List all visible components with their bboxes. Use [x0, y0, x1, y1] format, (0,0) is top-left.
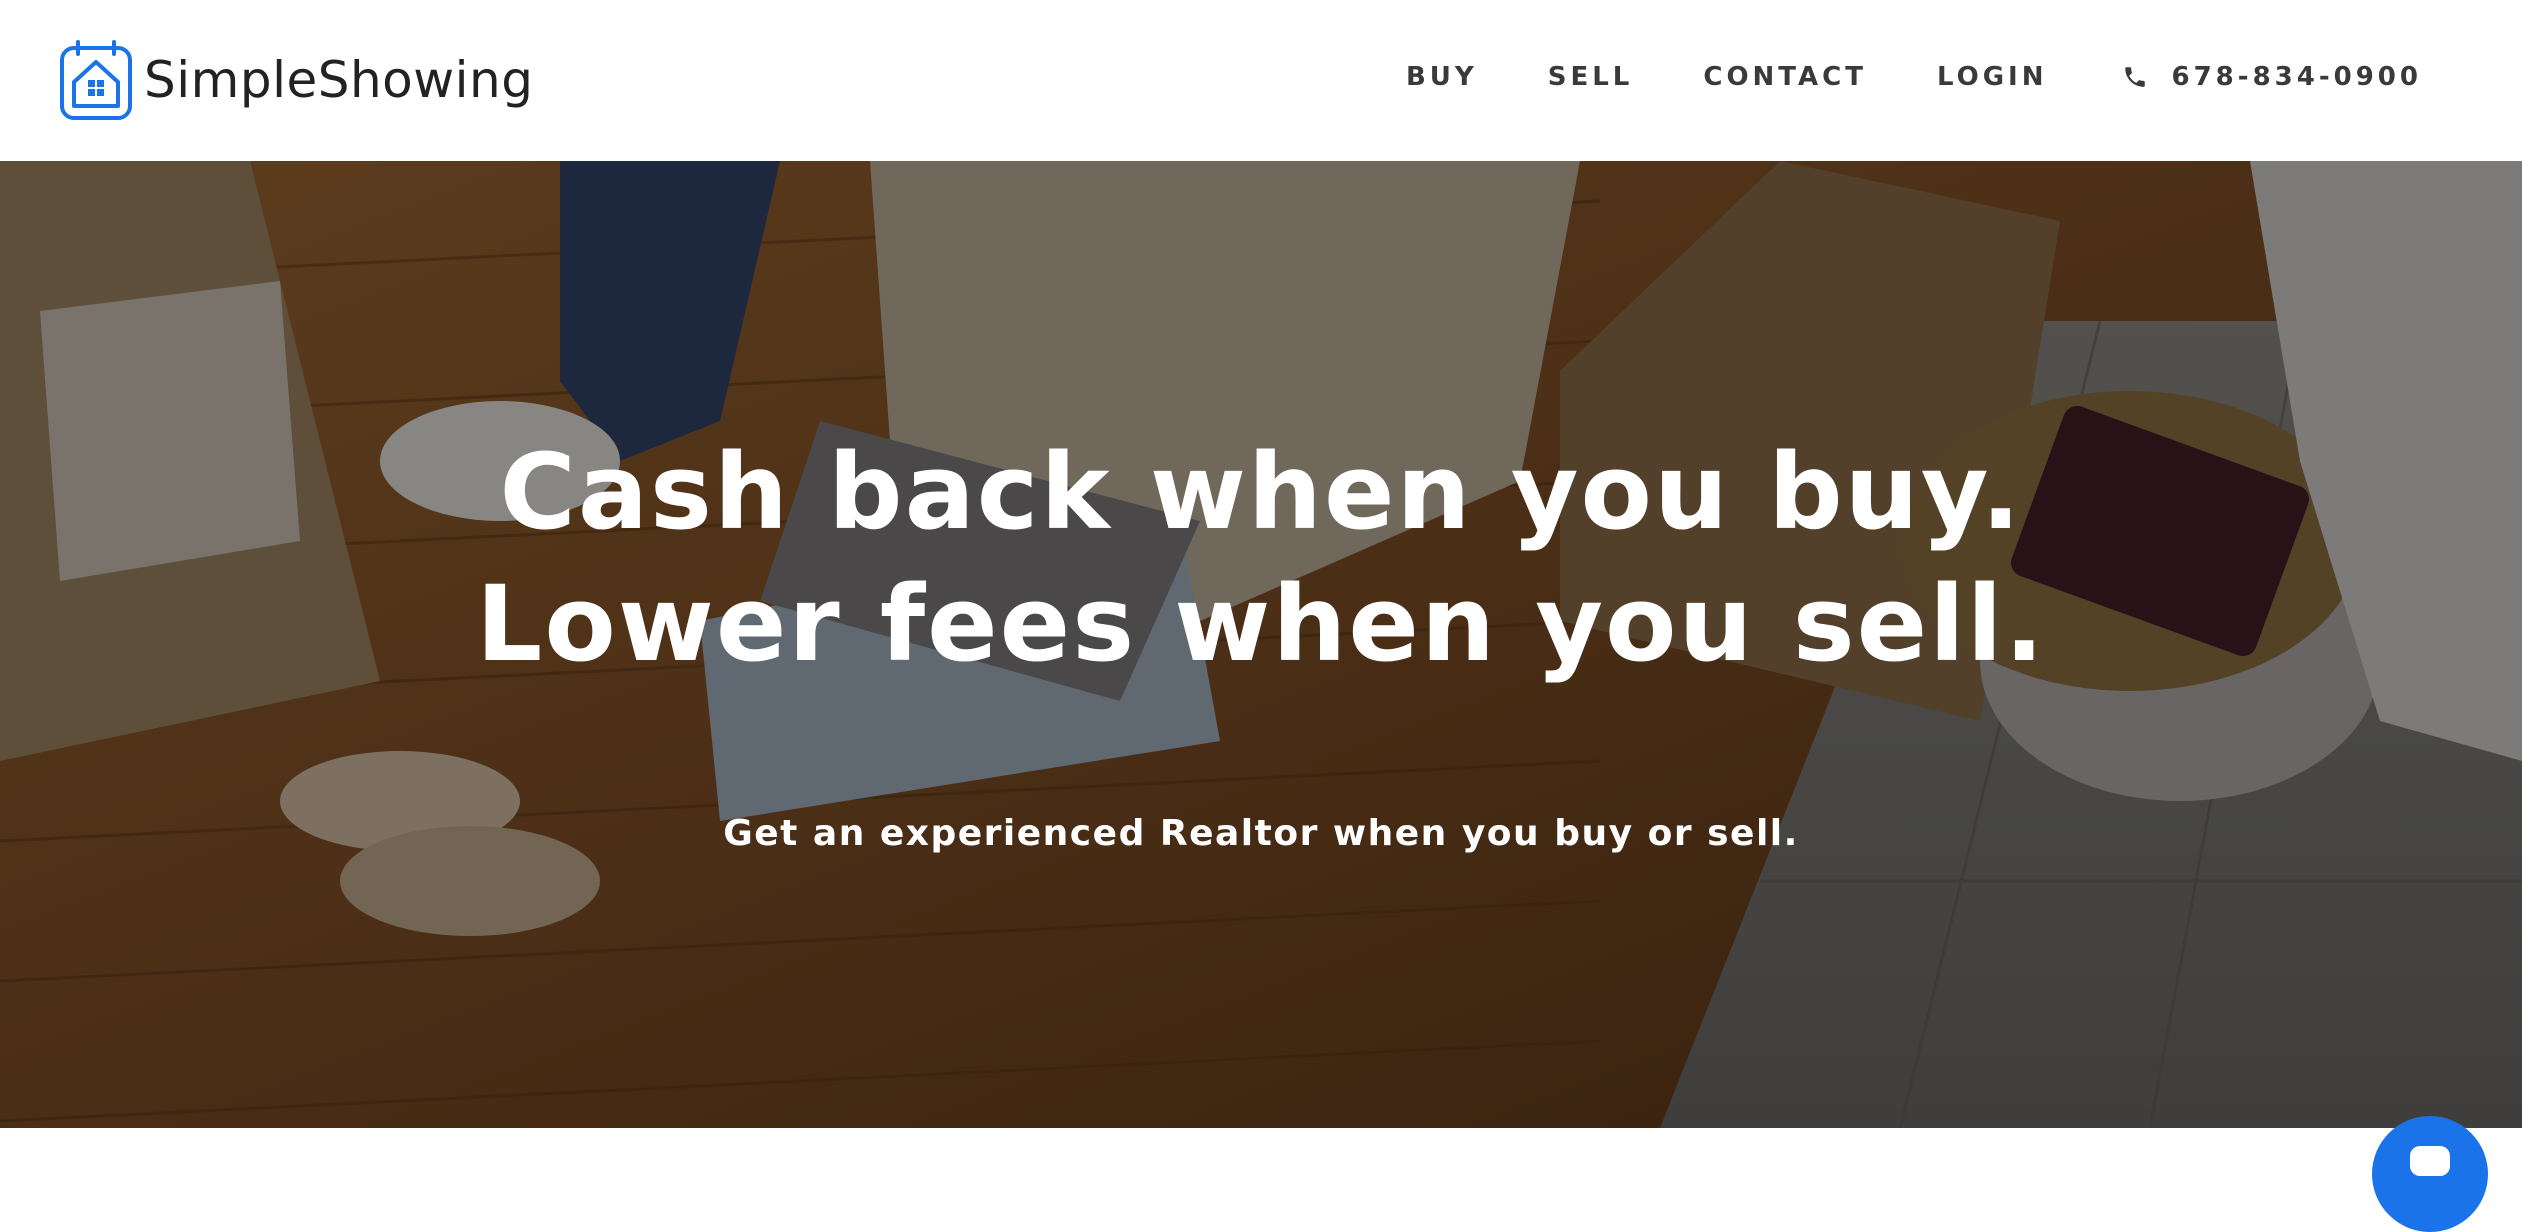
- logo-link[interactable]: SimpleShowing: [58, 38, 533, 122]
- nav-contact[interactable]: CONTACT: [1703, 62, 1867, 92]
- nav-sell[interactable]: SELL: [1548, 62, 1634, 92]
- hero-title-line-2: Lower fees when you sell.: [476, 563, 2046, 685]
- hero-title: Cash back when you buy. Lower fees when …: [0, 426, 2522, 690]
- nav-login[interactable]: LOGIN: [1937, 62, 2048, 92]
- hero-section: Cash back when you buy. Lower fees when …: [0, 161, 2522, 1128]
- hero-subtitle: Get an experienced Realtor when you buy …: [723, 813, 1799, 854]
- page-content-start: [0, 1128, 2522, 1164]
- nav-buy[interactable]: BUY: [1406, 62, 1478, 92]
- main-nav: BUY SELL CONTACT LOGIN 678-834-0900: [1406, 62, 2422, 92]
- site-header: SimpleShowing BUY SELL CONTACT LOGIN 678…: [0, 0, 2522, 161]
- brand-name: SimpleShowing: [144, 51, 534, 109]
- chat-bubble-icon: [2410, 1146, 2450, 1176]
- phone-icon: [2124, 67, 2145, 87]
- phone-link[interactable]: 678-834-0900: [2122, 62, 2423, 92]
- house-calendar-icon: [60, 40, 132, 120]
- hero-title-line-1: Cash back when you buy.: [499, 431, 2023, 553]
- chat-button[interactable]: [2372, 1116, 2488, 1232]
- phone-number: 678-834-0900: [2171, 62, 2422, 92]
